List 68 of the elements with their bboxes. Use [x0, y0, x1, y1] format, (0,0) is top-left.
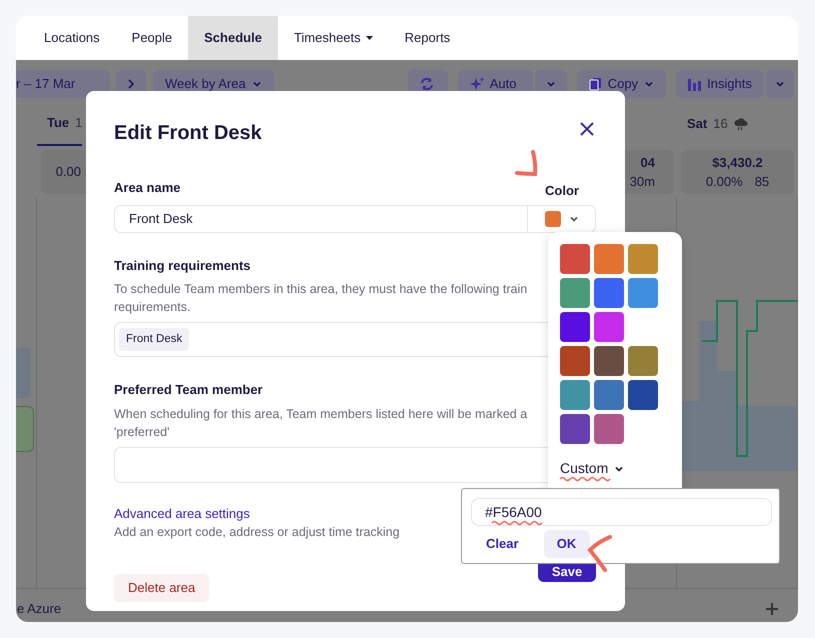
- nav-tab[interactable]: Locations: [28, 16, 116, 60]
- clear-button[interactable]: Clear: [471, 530, 534, 558]
- field-label: Color: [544, 182, 580, 200]
- chevron-down-icon: [546, 79, 556, 89]
- squiggle-underline: [559, 476, 612, 482]
- color-swatch[interactable]: [628, 346, 658, 376]
- color-swatch[interactable]: [560, 414, 590, 444]
- close-button[interactable]: [579, 121, 595, 137]
- stat-value: 85: [754, 173, 770, 191]
- squiggle-underline: [491, 520, 543, 526]
- refresh-icon: [420, 77, 434, 91]
- color-swatch[interactable]: [560, 244, 590, 274]
- help-text: 'preferred': [114, 424, 170, 440]
- dialog-title: Edit Front Desk: [114, 121, 262, 145]
- color-swatch[interactable]: [628, 380, 658, 410]
- field-label: Training requirements: [114, 256, 251, 275]
- chevron-down-icon: [774, 79, 785, 89]
- color-swatch[interactable]: [594, 278, 624, 308]
- day-header[interactable]: Sat 16: [677, 101, 748, 146]
- color-dropdown[interactable]: [528, 204, 596, 232]
- insights-button[interactable]: Insights: [676, 70, 764, 98]
- custom-toggle[interactable]: Custom: [560, 458, 624, 479]
- color-swatch[interactable]: [594, 244, 624, 274]
- stat-value: 0.00%: [706, 173, 743, 191]
- plus-icon[interactable]: [766, 602, 778, 614]
- chevron-down-icon: [252, 79, 262, 89]
- advanced-settings-link[interactable]: Advanced area settings: [114, 504, 250, 523]
- nav-tab[interactable]: People: [116, 16, 188, 60]
- nav-tab[interactable]: Reports: [388, 16, 466, 60]
- chevron-right-icon: [126, 79, 136, 89]
- stat-value: 04: [640, 154, 655, 172]
- chevron-down-icon: [644, 79, 654, 89]
- staffing-bars: [16, 348, 30, 398]
- copy-icon: [588, 77, 602, 91]
- nav-tab[interactable]: Timesheets: [278, 16, 389, 60]
- sparkle-icon: [470, 77, 484, 91]
- field-label: Preferred Team member: [114, 381, 263, 399]
- color-swatch[interactable]: [594, 414, 624, 444]
- color-swatch[interactable]: [628, 244, 658, 274]
- color-swatch[interactable]: [560, 346, 590, 376]
- field-label: Area name: [114, 179, 180, 197]
- nav-tab[interactable]: Schedule: [188, 16, 278, 60]
- help-text: To schedule Team members in this area, they must have the following train: [114, 281, 528, 298]
- color-swatch[interactable]: [594, 346, 624, 376]
- stat-value: $3,430.2: [712, 154, 763, 172]
- help-text: requirements.: [114, 299, 190, 316]
- color-swatch[interactable]: [560, 380, 590, 410]
- color-swatch[interactable]: [560, 312, 590, 342]
- help-text: Add an export code, address or adjust time tracking: [114, 524, 400, 541]
- stat-value: 30m: [630, 173, 655, 191]
- date-range-button[interactable]: r – 17 Mar: [16, 70, 110, 98]
- color-swatch[interactable]: [594, 312, 624, 342]
- close-icon: [579, 121, 595, 137]
- area-label: e Azure: [17, 600, 62, 618]
- tag: Front Desk: [119, 328, 190, 352]
- stat-value: 0.00: [56, 163, 81, 182]
- text-field[interactable]: Front Desk: [114, 204, 528, 232]
- shift-block: [16, 406, 34, 452]
- color-swatch[interactable]: [594, 380, 624, 410]
- help-text: When scheduling for this area, Team members listed here will be marked a: [114, 406, 528, 422]
- day-header[interactable]: Tue 1: [37, 101, 82, 146]
- color-swatch[interactable]: [560, 278, 590, 308]
- delete-button[interactable]: Delete area: [114, 574, 210, 602]
- hex-field[interactable]: #F56A00: [471, 498, 772, 526]
- insights-menu-button[interactable]: [766, 70, 794, 98]
- ok-button[interactable]: OK: [544, 530, 590, 558]
- color-swatch[interactable]: [628, 278, 658, 308]
- bar-chart-icon: [688, 78, 702, 90]
